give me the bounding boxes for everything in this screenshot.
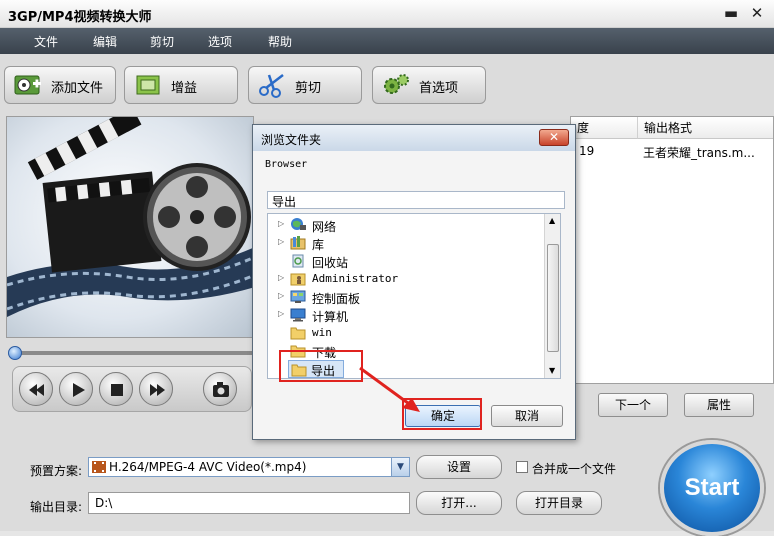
network-icon bbox=[291, 218, 306, 230]
preset-value: H.264/MPEG-4 AVC Video(*.mp4) bbox=[109, 460, 307, 474]
file-list: 度 输出格式 19 王者荣耀_trans.m... bbox=[570, 116, 774, 384]
menu-options[interactable]: 选项 bbox=[208, 33, 232, 50]
row-duration: 19 bbox=[579, 144, 595, 158]
seek-knob[interactable] bbox=[8, 346, 22, 360]
dialog-title: 浏览文件夹 bbox=[261, 133, 322, 147]
preferences-button[interactable]: 首选项 bbox=[372, 66, 486, 104]
fast-forward-button[interactable] bbox=[139, 372, 173, 406]
tree-item-administrator[interactable]: ▷ Administrator bbox=[268, 270, 544, 288]
film-icon bbox=[92, 461, 106, 473]
gain-label: 增益 bbox=[171, 81, 198, 96]
expand-arrow-icon[interactable]: ▷ bbox=[278, 291, 284, 300]
annotation-arrow-icon bbox=[359, 366, 420, 412]
minimize-button[interactable]: ▬ bbox=[722, 4, 740, 22]
open-button[interactable]: 打开... bbox=[416, 491, 502, 515]
folder-icon bbox=[290, 327, 306, 340]
tree-item-recycle-bin[interactable]: 回收站 bbox=[268, 252, 544, 270]
dialog-title-bar: 浏览文件夹 ✕ bbox=[253, 125, 575, 151]
video-preview bbox=[6, 116, 254, 338]
tree-label: 网络 bbox=[312, 220, 337, 234]
expand-arrow-icon[interactable]: ▷ bbox=[278, 309, 284, 318]
open-dir-button[interactable]: 打开目录 bbox=[516, 491, 602, 515]
play-button[interactable] bbox=[59, 372, 93, 406]
tree-item-network[interactable]: ▷ 网络 bbox=[268, 216, 544, 234]
merge-checkbox-label: 合并成一个文件 bbox=[532, 462, 617, 476]
seek-bar[interactable] bbox=[8, 346, 254, 360]
tree-item-control-panel[interactable]: ▷ 控制面板 bbox=[268, 288, 544, 306]
dialog-close-button[interactable]: ✕ bbox=[539, 129, 569, 146]
expand-arrow-icon[interactable]: ▷ bbox=[278, 237, 284, 246]
next-button[interactable]: 下一个 bbox=[598, 393, 668, 417]
scroll-down-icon[interactable]: ▼ bbox=[549, 366, 555, 375]
gain-icon bbox=[136, 75, 160, 95]
recycle-bin-icon bbox=[292, 254, 304, 268]
gain-button[interactable]: 增益 bbox=[124, 66, 238, 104]
scroll-up-icon[interactable]: ▲ bbox=[549, 216, 555, 225]
properties-button[interactable]: 属性 bbox=[684, 393, 754, 417]
cut-button[interactable]: 剪切 bbox=[248, 66, 362, 104]
dialog-prompt: Browser bbox=[265, 159, 308, 170]
seek-track[interactable] bbox=[18, 351, 254, 355]
gears-icon bbox=[384, 74, 409, 94]
playback-controls bbox=[12, 366, 252, 412]
chevron-down-icon[interactable]: ▼ bbox=[391, 458, 409, 476]
column-output-format[interactable]: 输出格式 bbox=[637, 117, 773, 139]
film-add-icon bbox=[14, 75, 41, 95]
tree-label: Administrator bbox=[312, 272, 399, 285]
cut-label: 剪切 bbox=[295, 81, 322, 96]
folder-path-value: 导出 bbox=[272, 195, 297, 209]
row-format: 王者荣耀_trans.m... bbox=[643, 146, 755, 160]
expand-arrow-icon[interactable]: ▷ bbox=[278, 219, 284, 228]
stop-button[interactable] bbox=[99, 372, 133, 406]
play-icon bbox=[73, 383, 85, 397]
tree-label: 回收站 bbox=[312, 256, 349, 270]
tree-item-win[interactable]: win bbox=[268, 324, 544, 342]
menu-help[interactable]: 帮助 bbox=[268, 33, 292, 50]
tree-item-computer[interactable]: ▷ 计算机 bbox=[268, 306, 544, 324]
snapshot-button[interactable] bbox=[203, 372, 237, 406]
expand-arrow-icon[interactable]: ▷ bbox=[278, 273, 284, 282]
scissors-icon bbox=[259, 74, 284, 98]
title-bar: 3GP/MP4视频转换大师 ▬ ✕ bbox=[0, 0, 774, 28]
preset-label: 预置方案: bbox=[30, 464, 83, 478]
tree-item-library[interactable]: ▷ 库 bbox=[268, 234, 544, 252]
menu-edit[interactable]: 编辑 bbox=[93, 33, 117, 50]
control-panel-icon bbox=[290, 290, 306, 303]
output-dir-value: D:\ bbox=[95, 496, 113, 510]
output-dir-field[interactable]: D:\ bbox=[88, 492, 410, 514]
cancel-button[interactable]: 取消 bbox=[491, 405, 563, 427]
menu-cut[interactable]: 剪切 bbox=[150, 33, 174, 50]
column-duration[interactable]: 度 bbox=[571, 117, 637, 139]
close-button[interactable]: ✕ bbox=[748, 4, 766, 22]
output-dir-label: 输出目录: bbox=[30, 500, 83, 514]
app-title: 3GP/MP4视频转换大师 bbox=[8, 10, 152, 25]
menu-file[interactable]: 文件 bbox=[34, 33, 58, 50]
start-label: Start bbox=[684, 474, 740, 501]
library-icon bbox=[290, 236, 306, 250]
tree-scrollbar[interactable]: ▲ ▼ bbox=[544, 214, 560, 378]
fast-forward-icon bbox=[150, 384, 165, 396]
menu-bar: 文件 编辑 剪切 选项 帮助 bbox=[0, 28, 774, 54]
start-button[interactable]: Start bbox=[660, 440, 764, 536]
user-folder-icon bbox=[290, 273, 306, 286]
clapperboard-film-illustration bbox=[7, 117, 253, 317]
rewind-icon bbox=[29, 384, 44, 396]
tree-label: win bbox=[312, 326, 332, 339]
preset-select[interactable]: H.264/MPEG-4 AVC Video(*.mp4) ▼ bbox=[88, 457, 410, 477]
table-row[interactable]: 19 王者荣耀_trans.m... bbox=[571, 141, 773, 161]
rewind-button[interactable] bbox=[19, 372, 53, 406]
merge-checkbox[interactable] bbox=[516, 461, 528, 473]
camera-icon bbox=[213, 382, 229, 397]
scrollbar-thumb[interactable] bbox=[547, 244, 559, 352]
computer-icon bbox=[290, 308, 306, 322]
tree-label: 库 bbox=[312, 238, 325, 252]
add-file-label: 添加文件 bbox=[51, 81, 104, 96]
tree-label: 计算机 bbox=[312, 310, 349, 324]
folder-path-field[interactable]: 导出 bbox=[267, 191, 565, 209]
tree-label: 控制面板 bbox=[312, 292, 361, 306]
preferences-label: 首选项 bbox=[419, 81, 459, 96]
add-file-button[interactable]: 添加文件 bbox=[4, 66, 116, 104]
settings-button[interactable]: 设置 bbox=[416, 455, 502, 479]
stop-icon bbox=[111, 384, 123, 396]
